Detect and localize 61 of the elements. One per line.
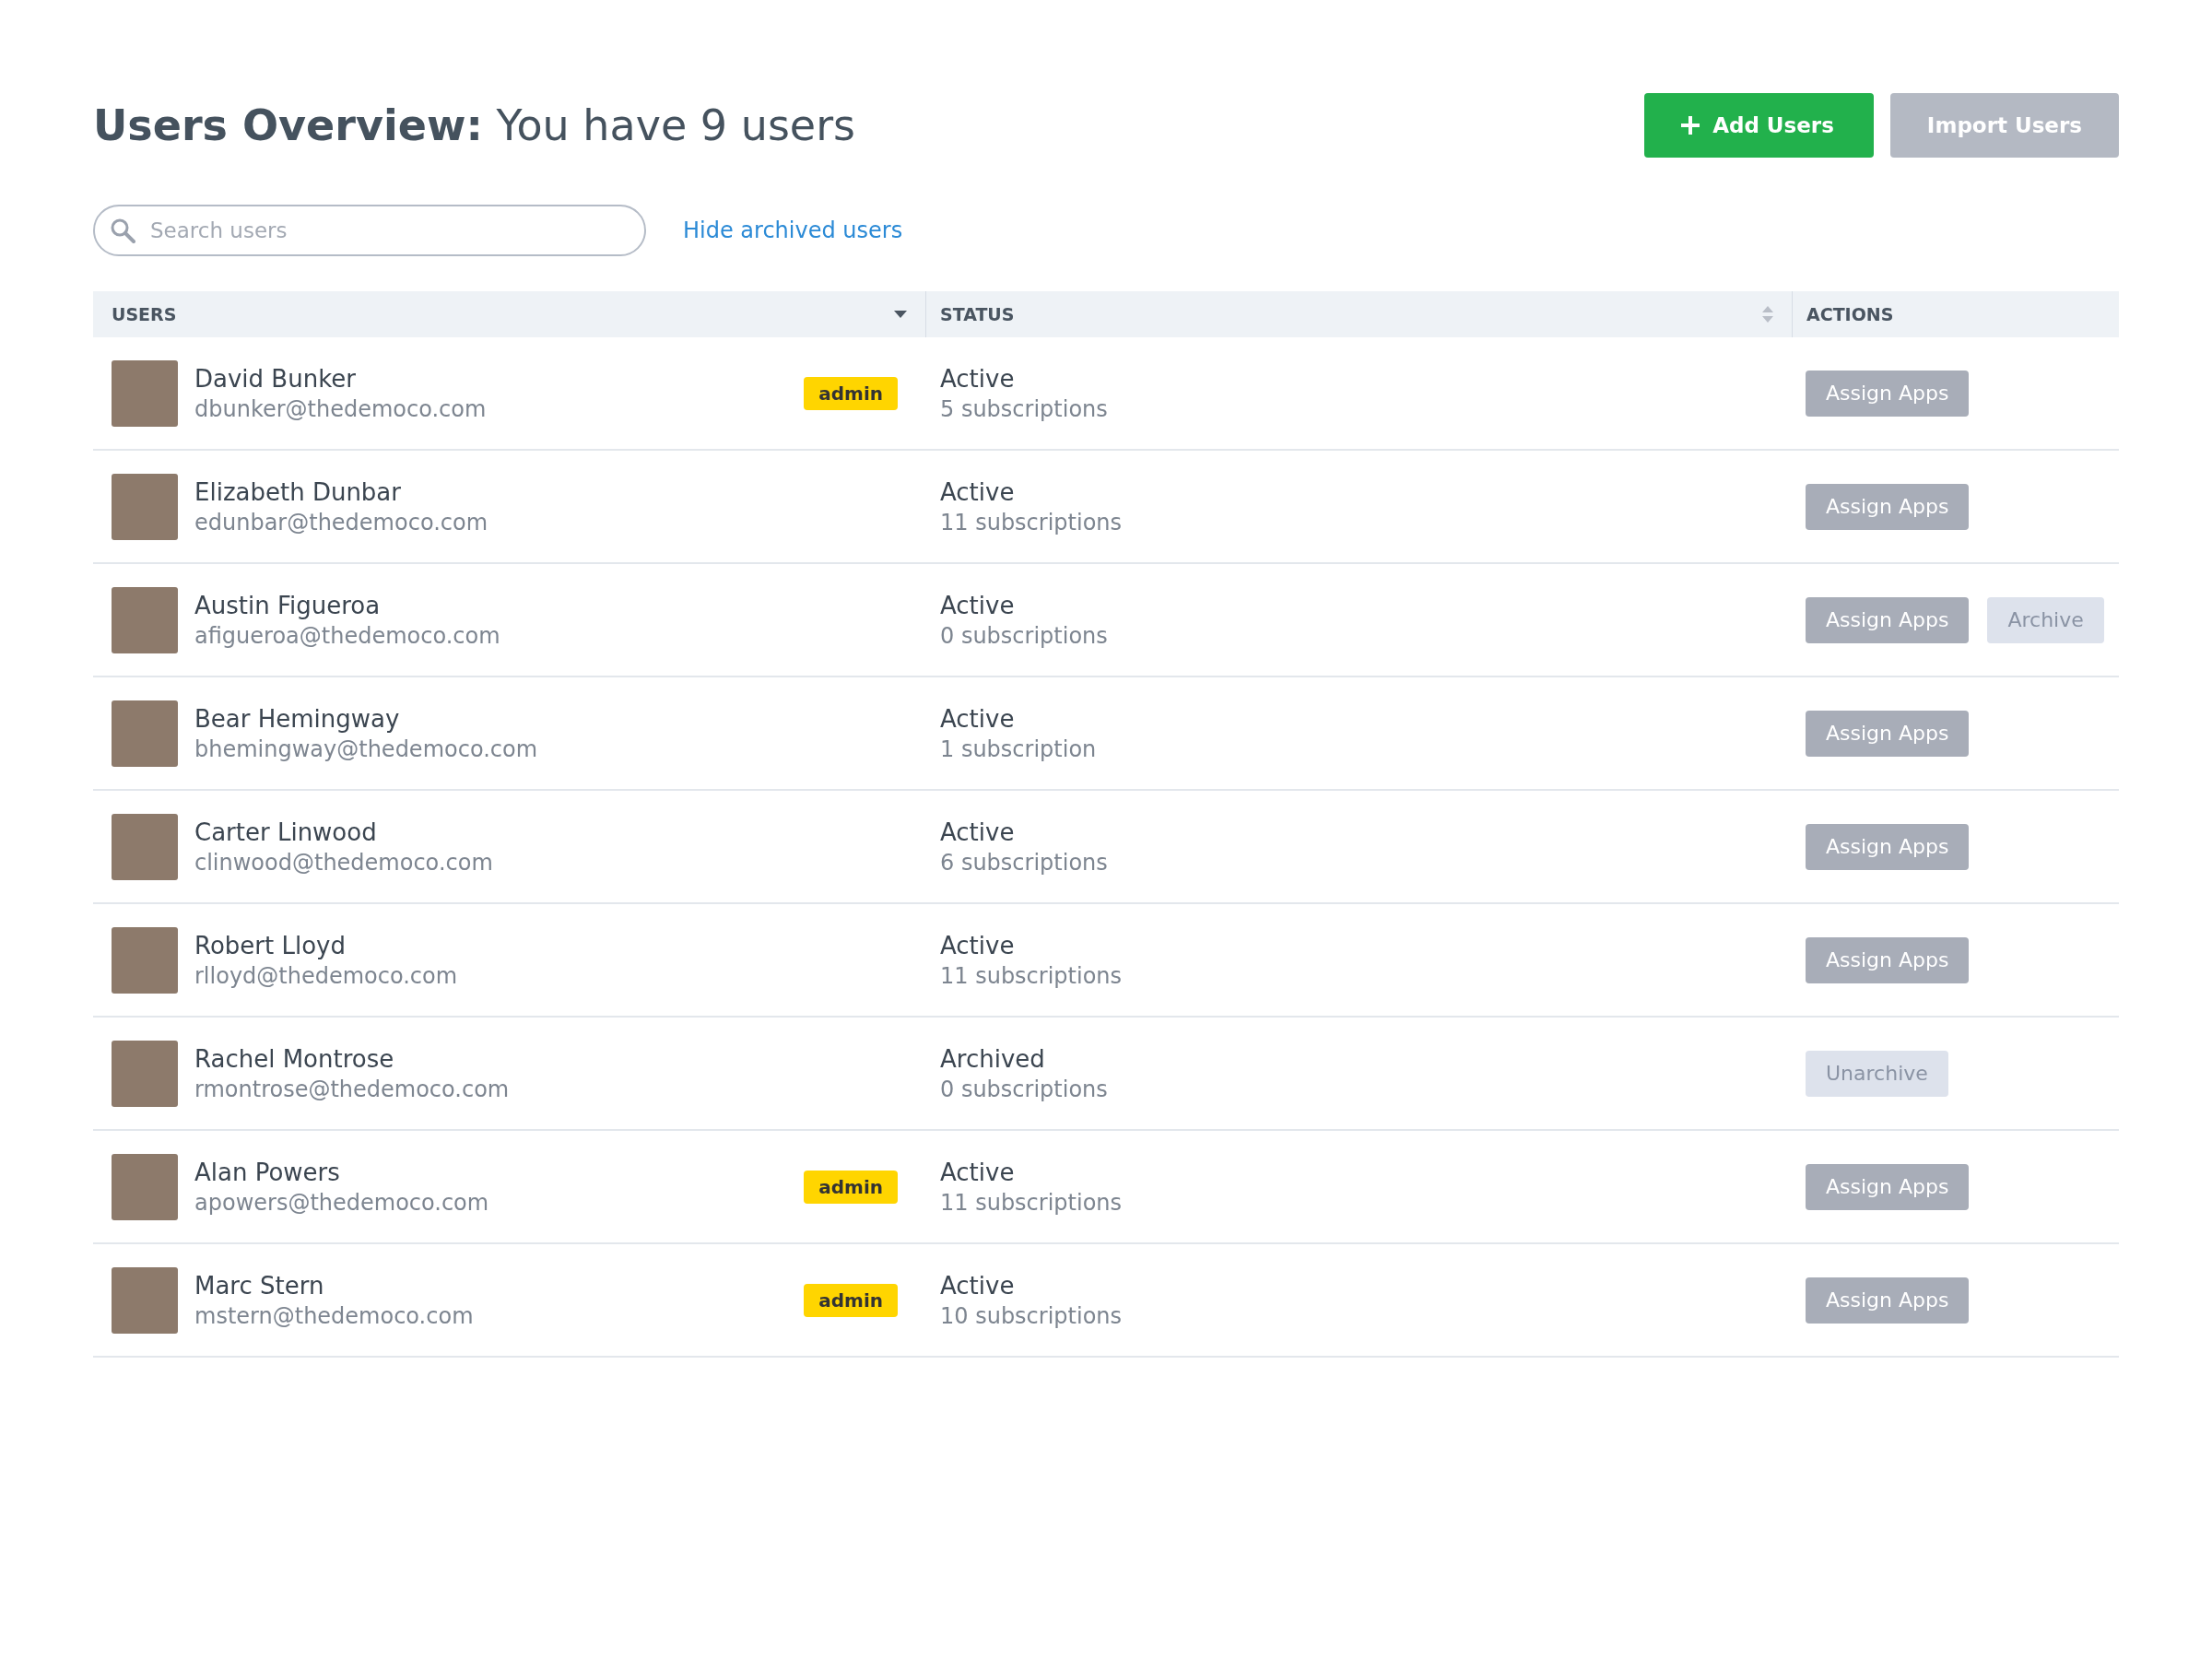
user-name: Austin Figueroa bbox=[194, 590, 382, 621]
add-users-button[interactable]: Add Users bbox=[1644, 93, 1874, 158]
user-name: Bear Hemingway bbox=[194, 703, 401, 735]
archive-button[interactable]: Archive bbox=[1987, 596, 2104, 643]
subscription-count: 6 subscriptions bbox=[940, 848, 1108, 877]
subscription-count: 11 subscriptions bbox=[940, 508, 1123, 537]
user-status: Active bbox=[940, 477, 1015, 508]
user-status: Active bbox=[940, 1270, 1015, 1301]
user-email: apowers@thedemoco.com bbox=[194, 1188, 490, 1218]
hide-archived-link[interactable]: Hide archived users bbox=[683, 218, 903, 243]
subscription-count: 11 subscriptions bbox=[940, 1188, 1123, 1218]
user-status: Active bbox=[940, 703, 1015, 735]
user-email: dbunker@thedemoco.com bbox=[194, 394, 488, 424]
search-field[interactable]: Search users bbox=[93, 205, 646, 256]
user-name: Marc Stern bbox=[194, 1270, 325, 1301]
subscription-count: 0 subscriptions bbox=[940, 621, 1108, 651]
subscription-count: 0 subscriptions bbox=[940, 1075, 1108, 1104]
user-status: Archived bbox=[940, 1043, 1045, 1075]
sort-icon bbox=[1762, 306, 1773, 323]
admin-badge: admin bbox=[804, 1170, 898, 1204]
user-status: Active bbox=[940, 363, 1015, 394]
assign-apps-button[interactable]: Assign Apps bbox=[1806, 370, 1970, 417]
plus-icon bbox=[1681, 116, 1700, 135]
user-name: David Bunker bbox=[194, 363, 357, 394]
caret-icon bbox=[894, 311, 907, 318]
user-email: rlloyd@thedemoco.com bbox=[194, 961, 459, 991]
user-email: mstern@thedemoco.com bbox=[194, 1301, 475, 1331]
user-email: clinwood@thedemoco.com bbox=[194, 848, 494, 877]
assign-apps-button[interactable]: Assign Apps bbox=[1806, 823, 1970, 870]
assign-apps-button[interactable]: Assign Apps bbox=[1806, 936, 1970, 983]
subscription-count: 5 subscriptions bbox=[940, 394, 1108, 424]
user-status: Active bbox=[940, 930, 1015, 961]
assign-apps-button[interactable]: Assign Apps bbox=[1806, 483, 1970, 530]
user-name: Elizabeth Dunbar bbox=[194, 477, 402, 508]
user-email: edunbar@thedemoco.com bbox=[194, 508, 489, 537]
user-status: Active bbox=[940, 817, 1015, 848]
user-name: Robert Lloyd bbox=[194, 930, 347, 961]
subscription-count: 1 subscription bbox=[940, 735, 1097, 764]
assign-apps-button[interactable]: Assign Apps bbox=[1806, 710, 1970, 757]
assign-apps-button[interactable]: Assign Apps bbox=[1806, 596, 1970, 643]
subscription-count: 10 subscriptions bbox=[940, 1301, 1123, 1331]
user-email: rmontrose@thedemoco.com bbox=[194, 1075, 511, 1104]
admin-badge: admin bbox=[804, 376, 898, 410]
page-title: Users Overview: You have 9 users bbox=[93, 100, 856, 150]
admin-badge: admin bbox=[804, 1283, 898, 1317]
assign-apps-button[interactable]: Assign Apps bbox=[1806, 1277, 1970, 1324]
user-email: afigueroa@thedemoco.com bbox=[194, 621, 501, 651]
import-users-button[interactable]: Import Users bbox=[1889, 93, 2119, 158]
search-icon bbox=[110, 218, 135, 243]
user-name: Rachel Montrose bbox=[194, 1043, 395, 1075]
user-name: Carter Linwood bbox=[194, 817, 378, 848]
user-name: Alan Powers bbox=[194, 1157, 341, 1188]
subscription-count: 11 subscriptions bbox=[940, 961, 1123, 991]
assign-apps-button[interactable]: Assign Apps bbox=[1806, 1163, 1970, 1210]
column-header[interactable]: ACTIONS bbox=[1806, 304, 1894, 324]
column-header[interactable]: STATUS bbox=[940, 304, 1015, 324]
archive-button[interactable]: Unarchive bbox=[1806, 1050, 1948, 1097]
user-status: Active bbox=[940, 590, 1015, 621]
user-status: Active bbox=[940, 1157, 1015, 1188]
user-email: bhemingway@thedemoco.com bbox=[194, 735, 539, 764]
column-header[interactable]: USERS bbox=[112, 304, 177, 324]
